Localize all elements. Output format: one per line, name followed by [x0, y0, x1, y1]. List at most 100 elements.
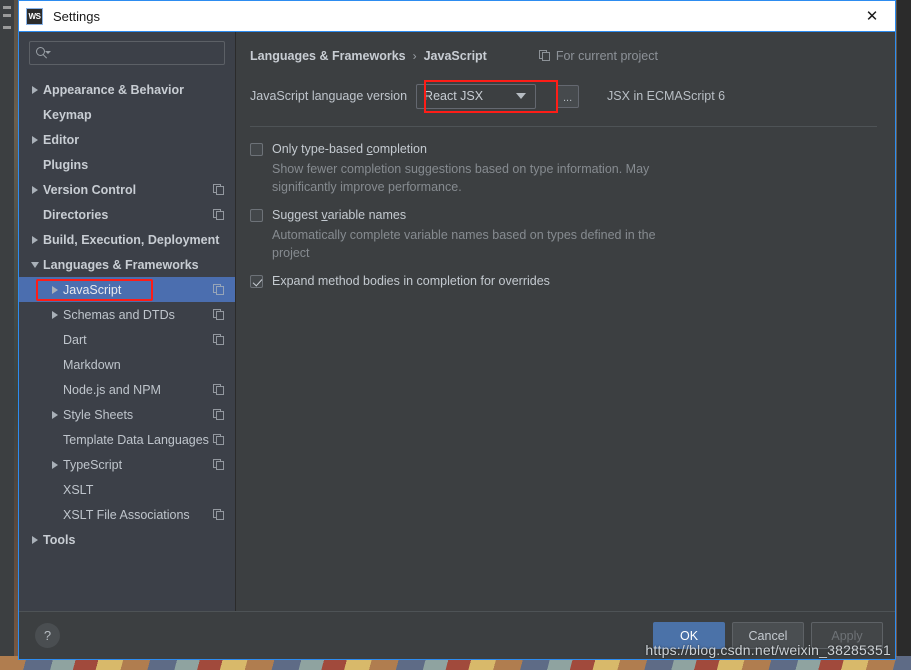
- option-description: Automatically complete variable names ba…: [272, 228, 656, 260]
- options-list: Only type-based completion Show fewer com…: [250, 141, 877, 291]
- checkbox-unchecked-icon[interactable]: [250, 143, 263, 156]
- sidebar-item-label: XSLT: [63, 482, 94, 497]
- sidebar-item-label: TypeScript: [63, 457, 123, 472]
- sidebar-item-label: Style Sheets: [63, 407, 134, 422]
- dialog-body: Appearance & Behavior Keymap Editor Plugins…: [19, 31, 895, 611]
- sidebar-item-label: Editor: [43, 132, 80, 147]
- option-label: Suggest variable names: [272, 208, 407, 222]
- project-scope-icon: [213, 383, 225, 396]
- breadcrumb-parent[interactable]: Languages & Frameworks: [250, 49, 406, 63]
- sidebar-item-label: Build, Execution, Deployment: [43, 232, 220, 247]
- sidebar-item-style-sheets[interactable]: Style Sheets: [19, 402, 235, 427]
- ide-right-strip: [897, 0, 911, 670]
- chevron-right-icon[interactable]: [47, 460, 63, 469]
- sidebar-item-label: Markdown: [63, 357, 121, 372]
- chevron-right-icon[interactable]: [27, 85, 43, 94]
- window-title: Settings: [53, 8, 100, 24]
- language-version-more-button[interactable]: ...: [556, 84, 580, 108]
- sidebar-item-label: Tools: [43, 532, 76, 547]
- search-input[interactable]: [53, 45, 218, 61]
- chevron-right-icon[interactable]: [27, 535, 43, 544]
- project-scope-icon: [213, 283, 225, 296]
- sidebar-item-markdown[interactable]: Markdown: [19, 352, 235, 377]
- breadcrumb: Languages & Frameworks › JavaScript For …: [250, 46, 877, 66]
- sidebar-item-xslt-file-associations[interactable]: XSLT File Associations: [19, 502, 235, 527]
- settings-main-panel: Languages & Frameworks › JavaScript For …: [236, 32, 895, 611]
- sidebar-item-template-data-languages[interactable]: Template Data Languages: [19, 427, 235, 452]
- chevron-right-icon[interactable]: [27, 135, 43, 144]
- settings-dialog: WS Settings ✕ Appearance & Behavior Keyma…: [18, 0, 896, 660]
- sidebar-item-label: Dart: [63, 332, 87, 347]
- language-version-dropdown[interactable]: React JSX: [416, 83, 537, 109]
- project-scope-icon: [213, 333, 225, 346]
- project-scope-icon: [213, 408, 225, 421]
- sidebar-item-label: JavaScript: [63, 282, 122, 297]
- breadcrumb-separator-icon: ›: [412, 49, 417, 63]
- title-bar: WS Settings ✕: [19, 1, 895, 31]
- sidebar-item-label: Node.js and NPM: [63, 382, 161, 397]
- close-icon[interactable]: ✕: [849, 1, 895, 31]
- project-scope-icon: [213, 508, 225, 521]
- dialog-footer: ? OK Cancel Apply https://blog.csdn.net/…: [19, 611, 895, 659]
- breadcrumb-current: JavaScript: [423, 49, 487, 63]
- option-group: Expand method bodies in completion for o…: [250, 273, 877, 291]
- search-icon: [36, 46, 51, 60]
- watermark-text: https://blog.csdn.net/weixin_38285351: [645, 642, 891, 658]
- option-label: Expand method bodies in completion for o…: [272, 274, 550, 288]
- project-scope-icon: [213, 308, 225, 321]
- sidebar-item-label: Plugins: [43, 157, 89, 172]
- sidebar-item-label: Keymap: [43, 107, 92, 122]
- sidebar-item-schemas-and-dtds[interactable]: Schemas and DTDs: [19, 302, 235, 327]
- settings-sidebar: Appearance & Behavior Keymap Editor Plugins…: [19, 32, 236, 611]
- sidebar-item-typescript[interactable]: TypeScript: [19, 452, 235, 477]
- scope-note: For current project: [538, 49, 658, 63]
- settings-tree: Appearance & Behavior Keymap Editor Plugins…: [19, 75, 235, 611]
- option-row[interactable]: Only type-based completion: [250, 141, 877, 159]
- language-version-label: JavaScript language version: [250, 89, 408, 103]
- language-version-note: JSX in ECMAScript 6: [607, 89, 726, 103]
- checkbox-unchecked-icon[interactable]: [250, 209, 263, 222]
- option-description: Show fewer completion suggestions based …: [272, 162, 650, 194]
- sidebar-item-label: Appearance & Behavior: [43, 82, 185, 97]
- sidebar-item-label: XSLT File Associations: [63, 507, 190, 522]
- project-scope-icon: [213, 208, 225, 221]
- sidebar-item-javascript[interactable]: JavaScript: [19, 277, 235, 302]
- language-version-row: JavaScript language version React JSX ..…: [250, 80, 877, 113]
- chevron-right-icon[interactable]: [47, 285, 63, 294]
- option-row[interactable]: Suggest variable names: [250, 207, 877, 225]
- option-group: Only type-based completion Show fewer com…: [250, 141, 877, 196]
- sidebar-item-keymap[interactable]: Keymap: [19, 102, 235, 127]
- chevron-right-icon[interactable]: [47, 310, 63, 319]
- sidebar-item-dart[interactable]: Dart: [19, 327, 235, 352]
- sidebar-item-directories[interactable]: Directories: [19, 202, 235, 227]
- checkbox-checked-icon[interactable]: [250, 275, 263, 288]
- sidebar-item-editor[interactable]: Editor: [19, 127, 235, 152]
- sidebar-item-version-control[interactable]: Version Control: [19, 177, 235, 202]
- project-scope-icon: [213, 458, 225, 471]
- scope-note-label: For current project: [555, 49, 658, 63]
- chevron-right-icon[interactable]: [47, 410, 63, 419]
- sidebar-item-label: Directories: [43, 207, 109, 222]
- chevron-down-icon: [516, 93, 527, 99]
- sidebar-item-label: Schemas and DTDs: [63, 307, 175, 322]
- sidebar-item-node-js-and-npm[interactable]: Node.js and NPM: [19, 377, 235, 402]
- sidebar-item-label: Template Data Languages: [63, 432, 209, 447]
- option-label: Only type-based completion: [272, 142, 427, 156]
- chevron-right-icon[interactable]: [27, 235, 43, 244]
- sidebar-item-tools[interactable]: Tools: [19, 527, 235, 552]
- option-row[interactable]: Expand method bodies in completion for o…: [250, 273, 877, 291]
- sidebar-item-label: Languages & Frameworks: [43, 257, 199, 272]
- sidebar-item-xslt[interactable]: XSLT: [19, 477, 235, 502]
- sidebar-item-plugins[interactable]: Plugins: [19, 152, 235, 177]
- chevron-right-icon[interactable]: [27, 185, 43, 194]
- sidebar-item-languages-frameworks[interactable]: Languages & Frameworks: [19, 252, 235, 277]
- sidebar-item-label: Version Control: [43, 182, 137, 197]
- search-container: [19, 41, 235, 75]
- sidebar-item-build-execution-deployment[interactable]: Build, Execution, Deployment: [19, 227, 235, 252]
- search-box[interactable]: [29, 41, 225, 65]
- sidebar-item-appearance-behavior[interactable]: Appearance & Behavior: [19, 77, 235, 102]
- help-button[interactable]: ?: [35, 623, 60, 648]
- project-scope-icon: [213, 183, 225, 196]
- chevron-down-icon[interactable]: [27, 261, 43, 268]
- webstorm-logo-icon: WS: [26, 7, 43, 25]
